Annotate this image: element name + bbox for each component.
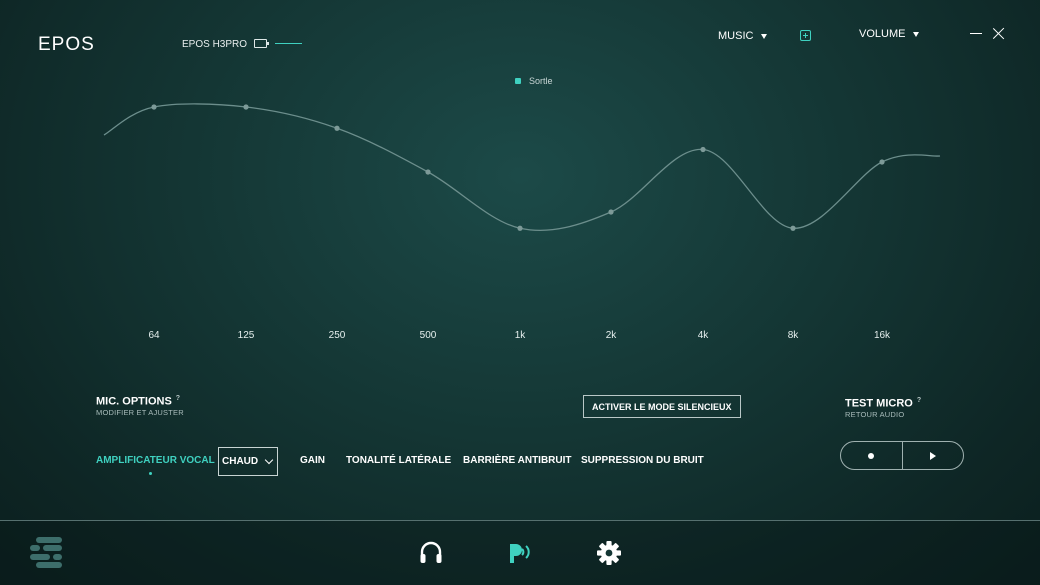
test-micro-subtitle: RETOUR AUDIO [845,409,905,419]
freq-label-2k: 2k [605,330,617,341]
connection-indicator [275,43,302,44]
freq-label-64: 64 [148,330,160,341]
record-button[interactable] [841,442,902,469]
caret-down-icon [761,33,768,39]
tab-noise-suppression[interactable]: SUPPRESSION DU BRUIT [581,455,704,466]
tab-voice-amplifier[interactable]: AMPLIFICATEUR VOCAL [96,455,215,466]
eq-curve [103,103,941,232]
settings-icon[interactable] [596,540,622,566]
mic-options-title: MIC. OPTIONS [96,395,172,408]
legend-label: Sortle [529,76,553,86]
add-preset-icon[interactable] [800,30,811,41]
close-icon[interactable] [992,26,1006,40]
device-name: EPOS H3PRO [182,39,248,50]
menu-icon[interactable] [30,537,64,569]
freq-label-16k: 16k [873,330,891,341]
record-icon [868,452,875,459]
eq-band-handle-250[interactable] [334,125,340,131]
tab-gain[interactable]: GAIN [300,455,325,466]
freq-label-250: 250 [328,330,346,341]
mic-test-controls [840,441,964,470]
footer-divider [0,520,1040,521]
play-icon [929,451,936,460]
freq-label-125: 125 [237,330,255,341]
help-icon[interactable]: ? [917,397,921,404]
eq-band-handle-500[interactable] [425,169,431,175]
preset-dropdown[interactable]: MUSIC [718,30,768,42]
voice-preset-select[interactable]: CHAUD [218,447,278,476]
tab-noise-gate[interactable]: BARRIÈRE ANTIBRUIT [463,455,572,466]
preset-dropdown-label: MUSIC [718,30,754,42]
chevron-down-icon [264,455,274,465]
minimize-icon[interactable] [970,33,982,35]
legend-swatch [515,78,521,84]
eq-band-handle-125[interactable] [243,104,249,110]
mode-dropdown[interactable]: VOLUME [859,28,920,40]
freq-label-8k: 8k [787,330,799,341]
freq-label-1k: 1k [514,330,526,341]
eq-band-handle-16k[interactable] [879,159,885,165]
caret-down-icon [913,31,920,37]
mode-dropdown-label: VOLUME [859,28,906,40]
voice-preset-value: CHAUD [222,456,259,467]
help-icon[interactable]: ? [176,395,180,402]
active-tab-indicator [149,472,152,475]
eq-legend: Sortle [515,76,553,86]
battery-icon [254,39,269,48]
freq-label-500: 500 [419,330,437,341]
eq-band-handle-64[interactable] [151,104,157,110]
play-button[interactable] [901,442,964,469]
microphone-icon[interactable] [507,540,533,566]
headphones-icon[interactable] [418,540,444,566]
eq-band-handle-1k[interactable] [517,225,523,231]
mute-mode-button[interactable]: ACTIVER LE MODE SILENCIEUX [583,395,741,418]
mic-options-subtitle: MODIFIER ET AJUSTER [96,407,184,417]
epos-logo: EPOS [38,34,95,55]
tab-sidetone[interactable]: TONALITÉ LATÉRALE [346,455,451,466]
mic-options-header: MIC. OPTIONS? MODIFIER ET AJUSTER [96,395,184,417]
eq-band-handle-2k[interactable] [608,209,614,215]
equalizer-graph[interactable] [0,0,1040,320]
test-micro-header: TEST MICRO? RETOUR AUDIO [845,397,921,419]
test-micro-title: TEST MICRO [845,397,913,410]
eq-band-handle-8k[interactable] [790,225,796,231]
eq-band-handle-4k[interactable] [700,146,706,153]
freq-label-4k: 4k [697,330,709,341]
